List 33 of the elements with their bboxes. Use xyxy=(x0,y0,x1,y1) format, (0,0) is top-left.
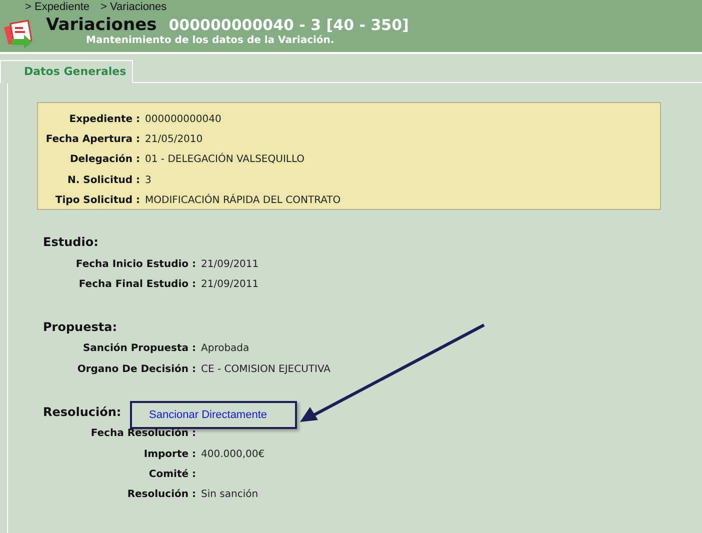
field-label: Comité : xyxy=(148,469,196,480)
field-label: N. Solicitud : xyxy=(66,174,140,186)
field-value: 01 - DELEGACIÓN VALSEQUILLO xyxy=(145,154,305,166)
breadcrumb-link[interactable]: > Expediente xyxy=(25,1,90,15)
field-value: CE - COMISION EJECUTIVA xyxy=(201,364,331,375)
field-value: 000000000040 xyxy=(145,114,222,125)
breadcrumb-link[interactable]: > Variaciones xyxy=(100,1,167,15)
field-value: 21/09/2011 xyxy=(201,258,259,270)
field-label: Tipo Solicitud : xyxy=(54,195,140,206)
field-value: 21/05/2010 xyxy=(145,134,203,146)
section-title: Resolución: xyxy=(43,404,122,419)
field-label: Expediente : xyxy=(68,114,140,125)
page-title: Variaciones xyxy=(46,15,157,35)
field-label: Fecha Apertura : xyxy=(44,134,140,146)
field-label: Fecha Final Estudio : xyxy=(78,279,196,290)
field-label: Importe : xyxy=(142,448,196,460)
page-subtitle: Mantenimiento de los datos de la Variación. xyxy=(86,35,336,46)
field-label: Fecha Inicio Estudio : xyxy=(74,258,196,270)
field-label: Fecha Resolución : xyxy=(90,428,196,440)
field-value: Sin sanción xyxy=(201,489,258,500)
field-label: Delegación : xyxy=(68,154,140,166)
field-label: Resolución : xyxy=(126,489,196,500)
field-value: 400.000,00€ xyxy=(201,448,265,460)
field-value: 21/09/2011 xyxy=(201,279,259,290)
field-value: 3 xyxy=(145,174,152,186)
field-label: Organo De Decisión : xyxy=(76,364,196,375)
field-value: MODIFICACIÓN RÁPIDA DEL CONTRATO xyxy=(145,195,341,206)
record-code: 000000000040 - 3 [40 - 350] xyxy=(168,16,409,34)
section-title: Propuesta: xyxy=(43,320,118,334)
action-link[interactable]: Sancionar Directamente xyxy=(149,408,268,421)
section-title: Estudio: xyxy=(43,235,100,249)
field-value: Aprobada xyxy=(201,343,250,354)
field-label: Sanción Propuesta : xyxy=(82,343,196,354)
